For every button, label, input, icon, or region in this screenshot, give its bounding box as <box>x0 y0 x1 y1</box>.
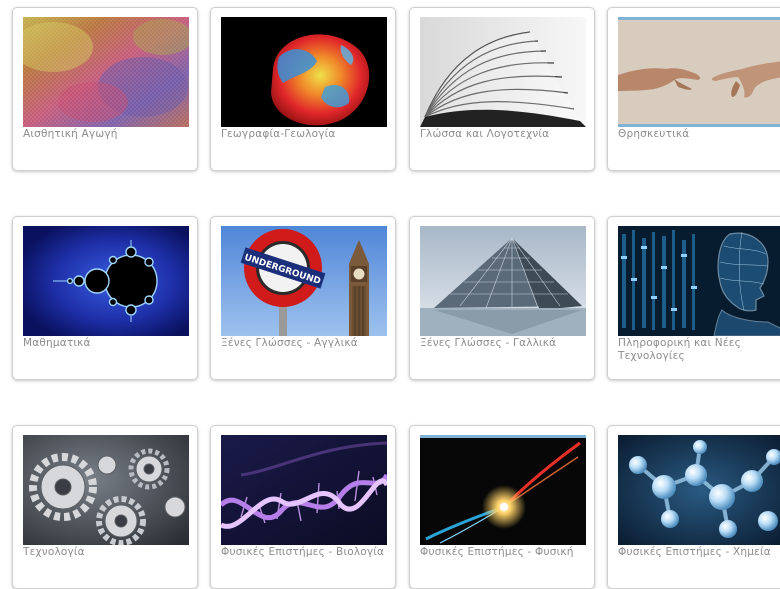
digital-human-icon[interactable] <box>618 226 780 336</box>
subject-tile-aesthetic-education[interactable]: Αισθητική Αγωγή <box>12 7 198 171</box>
molecule-icon[interactable] <box>618 435 780 545</box>
globe-icon[interactable] <box>221 17 387 127</box>
subject-tile-informatics[interactable]: Πληροφορική και Νέες Τεχνολογίες <box>607 216 780 380</box>
subject-tile-language-literature[interactable]: Γλώσσα και Λογοτεχνία <box>409 7 595 171</box>
subject-label[interactable]: Φυσικές Επιστήμες - Βιολογία <box>221 546 393 559</box>
subject-label[interactable]: Μαθηματικά <box>23 337 195 350</box>
subject-label[interactable]: Φυσικές Επιστήμες - Χημεία <box>618 546 780 559</box>
subject-tile-religious-studies[interactable]: Θρησκευτικά <box>607 7 780 171</box>
art-texture-icon[interactable] <box>23 17 189 127</box>
subject-label[interactable]: Τεχνολογία <box>23 546 195 559</box>
subject-label[interactable]: Ξένες Γλώσσες - Γαλλικά <box>420 337 592 350</box>
subject-label[interactable]: Ξένες Γλώσσες - Αγγλικά <box>221 337 393 350</box>
subject-label[interactable]: Γλώσσα και Λογοτεχνία <box>420 128 592 141</box>
dna-helix-icon[interactable] <box>221 435 387 545</box>
louvre-pyramid-icon[interactable] <box>420 226 586 336</box>
subject-tile-french[interactable]: Ξένες Γλώσσες - Γαλλικά <box>409 216 595 380</box>
subject-label[interactable]: Γεωγραφία-Γεωλογία <box>221 128 393 141</box>
subjects-grid: Αισθητική Αγωγή Γεωγραφία-Γεωλογία Γλώσσ… <box>0 0 780 589</box>
open-book-icon[interactable] <box>420 17 586 127</box>
gears-icon[interactable] <box>23 435 189 545</box>
subject-tile-technology[interactable]: Τεχνολογία <box>12 425 198 589</box>
subject-tile-english[interactable]: UNDERGROUND Ξένες Γλώσσες - Αγγλικά <box>210 216 396 380</box>
subject-label[interactable]: Πληροφορική και Νέες Τεχνολογίες <box>618 337 780 363</box>
subject-tile-physics[interactable]: Φυσικές Επιστήμες - Φυσική <box>409 425 595 589</box>
subject-tile-geography-geology[interactable]: Γεωγραφία-Γεωλογία <box>210 7 396 171</box>
mandelbrot-fractal-icon[interactable] <box>23 226 189 336</box>
creation-of-adam-icon[interactable] <box>618 17 780 127</box>
subject-label[interactable]: Φυσικές Επιστήμες - Φυσική <box>420 546 592 559</box>
subject-tile-chemistry[interactable]: Φυσικές Επιστήμες - Χημεία <box>607 425 780 589</box>
subject-label[interactable]: Αισθητική Αγωγή <box>23 128 195 141</box>
subject-tile-mathematics[interactable]: Μαθηματικά <box>12 216 198 380</box>
subject-label[interactable]: Θρησκευτικά <box>618 128 780 141</box>
london-underground-sign-icon[interactable]: UNDERGROUND <box>221 226 387 336</box>
particle-collision-icon[interactable] <box>420 435 586 545</box>
subject-tile-biology[interactable]: Φυσικές Επιστήμες - Βιολογία <box>210 425 396 589</box>
